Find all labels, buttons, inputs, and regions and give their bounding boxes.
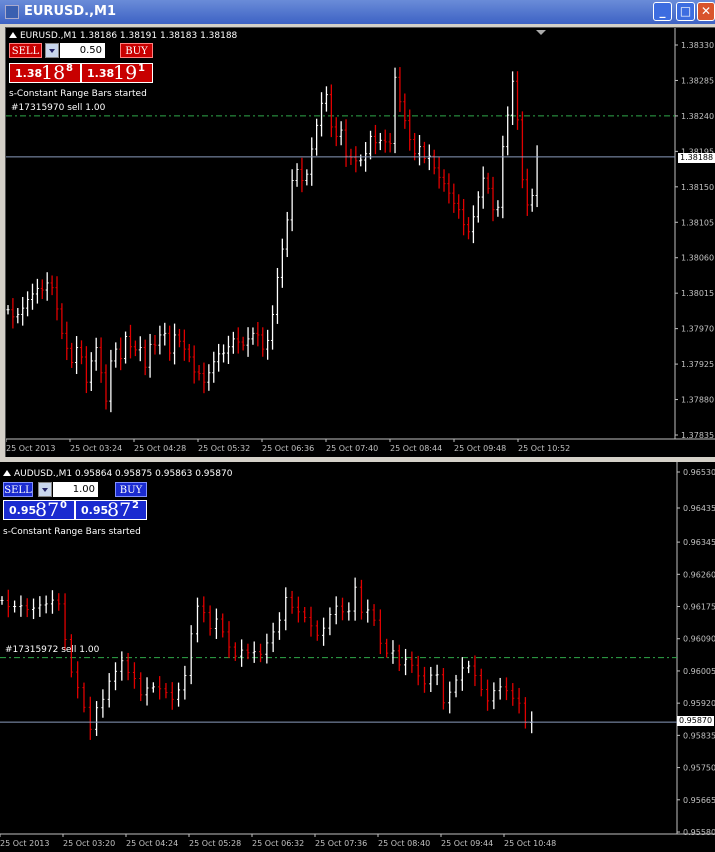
price-tick-label: 0.96090 (683, 635, 715, 644)
audusd-sell-price[interactable]: 0.95 87 0 (3, 499, 75, 521)
time-tick-label: 25 Oct 06:32 (252, 839, 304, 848)
time-tick-label: 25 Oct 05:32 (198, 444, 250, 453)
price-tick-label: 0.96260 (683, 570, 715, 579)
audusd-sell-button[interactable]: SELL (3, 482, 33, 497)
eurusd-lot-input[interactable]: 0.50 (60, 43, 105, 58)
price-tick-label: 0.96005 (683, 667, 715, 676)
eurusd-lot-dropdown-icon[interactable] (45, 43, 59, 58)
price-tick-label: 0.95920 (683, 699, 715, 708)
time-tick-label: 25 Oct 07:40 (326, 444, 378, 453)
audusd-buy-price[interactable]: 0.95 87 2 (75, 499, 147, 521)
price-tick-label: 1.37970 (681, 325, 714, 334)
time-tick-label: 25 Oct 08:44 (390, 444, 442, 453)
time-tick-label: 25 Oct 09:44 (441, 839, 493, 848)
eurusd-sell-button[interactable]: SELL (9, 43, 42, 58)
audusd-symbol-info: AUDUSD.,M1 0.95864 0.95875 0.95863 0.958… (3, 469, 232, 479)
price-tick-label: 0.95835 (683, 731, 715, 740)
eurusd-symbol-info: EURUSD.,M1 1.38186 1.38191 1.38183 1.381… (9, 31, 237, 41)
price-tick-label: 0.95750 (683, 764, 715, 773)
price-tick-label: 0.95580 (683, 828, 715, 837)
maximize-button[interactable]: □ (676, 2, 695, 21)
price-tick-label: 1.38015 (681, 289, 714, 298)
price-tick-label: 0.96175 (683, 603, 715, 612)
time-tick-label: 25 Oct 03:20 (63, 839, 115, 848)
eurusd-current-price-tag: 1.38188 (678, 153, 715, 163)
eurusd-buy-button[interactable]: BUY (120, 43, 153, 58)
price-tick-label: 1.37880 (681, 396, 714, 405)
price-tick-label: 1.37925 (681, 360, 714, 369)
time-tick-label: 25 Oct 2013 (6, 444, 55, 453)
audusd-buy-button[interactable]: BUY (115, 482, 147, 497)
price-tick-label: 1.38240 (681, 112, 714, 121)
eurusd-sell-price[interactable]: 1.38 18 8 (9, 62, 81, 84)
time-tick-label: 25 Oct 04:28 (134, 444, 186, 453)
time-tick-label: 25 Oct 06:36 (262, 444, 314, 453)
chart-window-icon (5, 5, 19, 19)
price-tick-label: 1.38330 (681, 41, 714, 50)
eurusd-one-click-trading: SELL 0.50 BUY 1.38 18 8 1.38 19 1 (9, 43, 153, 85)
price-tick-label: 0.96435 (683, 504, 715, 513)
time-tick-label: 25 Oct 10:48 (504, 839, 556, 848)
collapse-triangle-icon[interactable] (9, 32, 17, 38)
price-tick-label: 1.37835 (681, 431, 714, 440)
eurusd-chart-pane[interactable]: 1.38330 1.38285 1.38240 1.38195 1.38150 1.381… (5, 27, 715, 457)
time-tick-label: 25 Oct 10:52 (518, 444, 570, 453)
price-tick-label: 0.96345 (683, 538, 715, 547)
price-tick-label: 1.38285 (681, 76, 714, 85)
minimize-button[interactable]: _ (653, 2, 672, 21)
eurusd-order-label: #17315970 sell 1.00 (11, 103, 106, 113)
eurusd-buy-price[interactable]: 1.38 19 1 (81, 62, 153, 84)
price-tick-label: 1.38060 (681, 254, 714, 263)
time-tick-label: 25 Oct 2013 (0, 839, 49, 848)
chart-shift-marker-icon[interactable] (536, 30, 546, 35)
close-button[interactable]: ✕ (697, 2, 715, 21)
eurusd-expert-status: s-Constant Range Bars started (9, 89, 147, 99)
window-title-bar[interactable]: EURUSD.,M1 _ □ ✕ (0, 0, 715, 24)
price-tick-label: 0.95665 (683, 796, 715, 805)
price-tick-label: 0.96530 (683, 468, 715, 477)
window-title: EURUSD.,M1 (24, 4, 117, 19)
time-tick-label: 25 Oct 09:48 (454, 444, 506, 453)
price-tick-label: 1.38150 (681, 183, 714, 192)
audusd-expert-status: s-Constant Range Bars started (3, 527, 141, 537)
time-tick-label: 25 Oct 03:24 (70, 444, 122, 453)
time-tick-label: 25 Oct 05:28 (189, 839, 241, 848)
collapse-triangle-icon[interactable] (3, 470, 11, 476)
price-tick-label: 1.38105 (681, 218, 714, 227)
audusd-current-price-tag: 0.95870 (677, 716, 715, 726)
audusd-chart-pane[interactable]: 0.96530 0.96435 0.96345 0.96260 0.96175 0.960… (0, 462, 715, 852)
audusd-lot-dropdown-icon[interactable] (38, 482, 52, 497)
audusd-one-click-trading: SELL 1.00 BUY 0.95 87 0 0.95 87 2 (3, 482, 147, 522)
audusd-lot-input[interactable]: 1.00 (53, 482, 98, 497)
time-tick-label: 25 Oct 04:24 (126, 839, 178, 848)
time-tick-label: 25 Oct 08:40 (378, 839, 430, 848)
audusd-order-label: #17315972 sell 1.00 (5, 645, 100, 655)
time-tick-label: 25 Oct 07:36 (315, 839, 367, 848)
